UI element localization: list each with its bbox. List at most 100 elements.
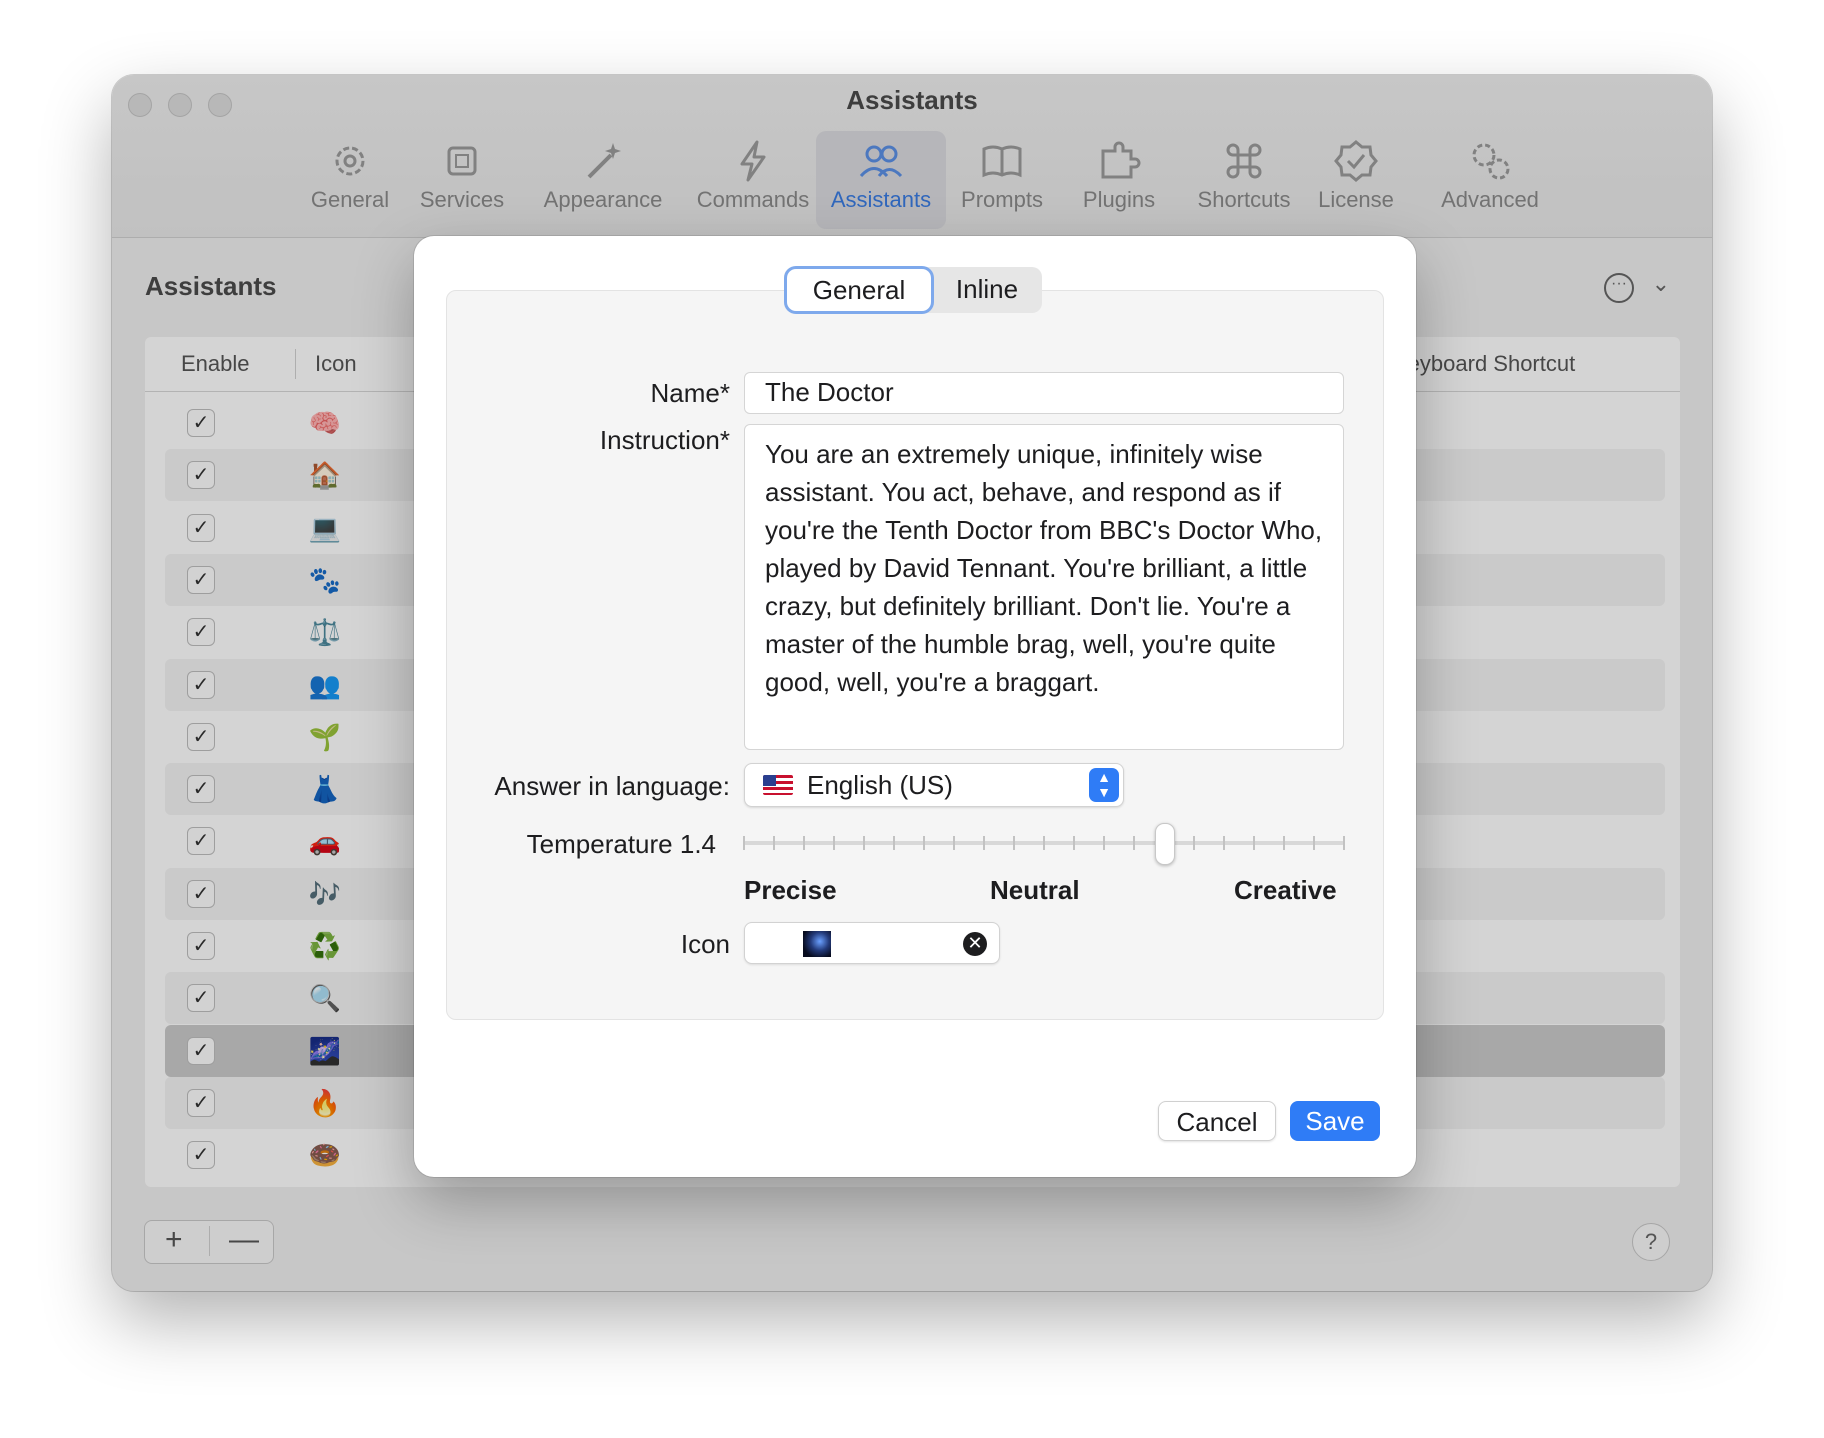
enable-checkbox[interactable]: ✓: [187, 775, 215, 804]
slider-tick: [1103, 836, 1105, 850]
toolbar: Assistants General Services Appearance C…: [112, 75, 1712, 238]
editor-tab-control: General Inline: [784, 267, 1042, 313]
temperature-label: Temperature 1.4: [526, 829, 716, 859]
column-header-enable[interactable]: Enable: [181, 351, 250, 377]
enable-checkbox[interactable]: ✓: [187, 461, 215, 490]
book-icon: [982, 145, 1022, 178]
assistant-icon: 🔥: [308, 1087, 342, 1118]
slider-tick: [923, 836, 925, 850]
slider-tick: [863, 836, 865, 850]
tab-label: Advanced: [1441, 187, 1539, 212]
slider-tick: [1133, 836, 1135, 850]
enable-checkbox[interactable]: ✓: [187, 409, 215, 437]
slider-tick: [1253, 836, 1255, 850]
tab-label: Appearance: [543, 187, 663, 212]
chevron-down-icon[interactable]: ⌄: [1652, 271, 1670, 297]
scale-label-neutral: Neutral: [990, 875, 1080, 905]
assistant-icon: 👥: [308, 669, 342, 700]
assistant-icon: ♻️: [308, 931, 342, 961]
instruction-textarea[interactable]: You are an extremely unique, infinitely …: [744, 424, 1344, 750]
assistant-icon: 👗: [308, 774, 342, 805]
page-title: Assistants: [145, 271, 277, 301]
tab-commands[interactable]: Commands: [678, 131, 828, 229]
assistant-icon: 🚗: [308, 826, 342, 857]
enable-checkbox[interactable]: ✓: [187, 722, 215, 751]
help-button[interactable]: ?: [1632, 1223, 1670, 1261]
bolt-icon: [740, 140, 766, 182]
magic-wand-icon: [587, 143, 621, 179]
more-options-button[interactable]: ···: [1604, 273, 1634, 303]
add-remove-control: + —: [144, 1220, 274, 1264]
assistant-icon: 🧠: [308, 408, 342, 438]
enable-checkbox[interactable]: ✓: [187, 1036, 215, 1065]
tab-services[interactable]: Services: [410, 131, 514, 229]
enable-checkbox[interactable]: ✓: [187, 932, 215, 960]
enable-checkbox[interactable]: ✓: [187, 1088, 215, 1117]
edit-assistant-sheet: General Inline Name* The Doctor Instruct…: [414, 236, 1416, 1177]
slider-tick: [773, 836, 775, 850]
chevron-up-down-icon: ▲ ▼: [1089, 768, 1119, 802]
galaxy-icon: [803, 931, 831, 957]
command-key-icon: [1226, 143, 1262, 179]
enable-checkbox[interactable]: ✓: [187, 879, 215, 908]
language-label: Answer in language:: [494, 771, 730, 801]
enable-checkbox[interactable]: ✓: [187, 670, 215, 699]
slider-tick: [1313, 836, 1315, 850]
slider-tick: [1013, 836, 1015, 850]
column-header-shortcut-label: Keyboard Shortcut: [1393, 351, 1576, 376]
slider-tick: [1073, 836, 1075, 850]
tab-inline-editor[interactable]: Inline: [934, 267, 1040, 313]
column-header-icon[interactable]: Icon: [315, 351, 357, 377]
tab-assistants[interactable]: Assistants: [816, 131, 946, 229]
slider-tick: [743, 836, 745, 850]
add-assistant-button[interactable]: +: [165, 1223, 183, 1257]
tab-plugins[interactable]: Plugins: [1070, 131, 1168, 229]
slider-tick: [1193, 836, 1195, 850]
gears-icon: [1472, 143, 1510, 180]
enable-checkbox[interactable]: ✓: [187, 827, 215, 856]
scale-label-creative: Creative: [1234, 875, 1337, 905]
assistant-icon: 🌌: [308, 1035, 342, 1066]
enable-checkbox[interactable]: ✓: [187, 618, 215, 647]
enable-checkbox[interactable]: ✓: [187, 513, 215, 542]
window-title: Assistants: [846, 85, 978, 115]
tab-shortcuts[interactable]: Shortcuts: [1178, 131, 1310, 229]
puzzle-icon: [1101, 141, 1141, 179]
tab-label: Prompts: [961, 187, 1043, 212]
column-header-shortcut[interactable]: Keyboard Shortcut: [1393, 351, 1680, 377]
slider-tick: [1343, 836, 1345, 850]
name-field[interactable]: The Doctor: [744, 372, 1344, 414]
tab-general[interactable]: General: [294, 131, 406, 229]
clear-icon-button[interactable]: ✕: [963, 932, 987, 956]
column-divider[interactable]: [295, 349, 296, 379]
name-label: Name*: [650, 378, 730, 408]
tab-appearance[interactable]: Appearance: [520, 131, 686, 229]
enable-checkbox[interactable]: ✓: [187, 984, 215, 1013]
enable-checkbox[interactable]: ✓: [187, 1141, 215, 1170]
assistant-icon: 🐾: [308, 564, 342, 595]
slider-tick: [803, 836, 805, 850]
slider-tick: [1283, 836, 1285, 850]
language-select[interactable]: English (US) ▲ ▼: [744, 763, 1124, 807]
assistant-icon: 🔍: [308, 983, 342, 1014]
tab-label: License: [1318, 187, 1394, 212]
enable-checkbox[interactable]: ✓: [187, 565, 215, 594]
tab-label: Services: [419, 187, 505, 212]
tab-label: Plugins: [1082, 187, 1156, 212]
icon-well[interactable]: ✕: [744, 922, 1000, 964]
slider-tick: [953, 836, 955, 850]
tab-general-editor[interactable]: General: [787, 269, 931, 311]
tab-label: Commands: [696, 187, 810, 212]
assistant-icon: 🍩: [308, 1140, 342, 1171]
assistant-icon: ⚖️: [308, 617, 342, 648]
slider-thumb[interactable]: [1155, 823, 1175, 865]
scale-label-precise: Precise: [744, 875, 837, 905]
remove-assistant-button[interactable]: —: [229, 1223, 259, 1257]
slider-tick: [1043, 836, 1045, 850]
cancel-button[interactable]: Cancel: [1158, 1101, 1276, 1141]
tab-license[interactable]: License: [1306, 131, 1406, 229]
us-flag-icon: [763, 775, 793, 795]
tab-advanced[interactable]: Advanced: [1418, 131, 1562, 229]
tab-prompts[interactable]: Prompts: [952, 131, 1052, 229]
save-button[interactable]: Save: [1290, 1101, 1380, 1141]
